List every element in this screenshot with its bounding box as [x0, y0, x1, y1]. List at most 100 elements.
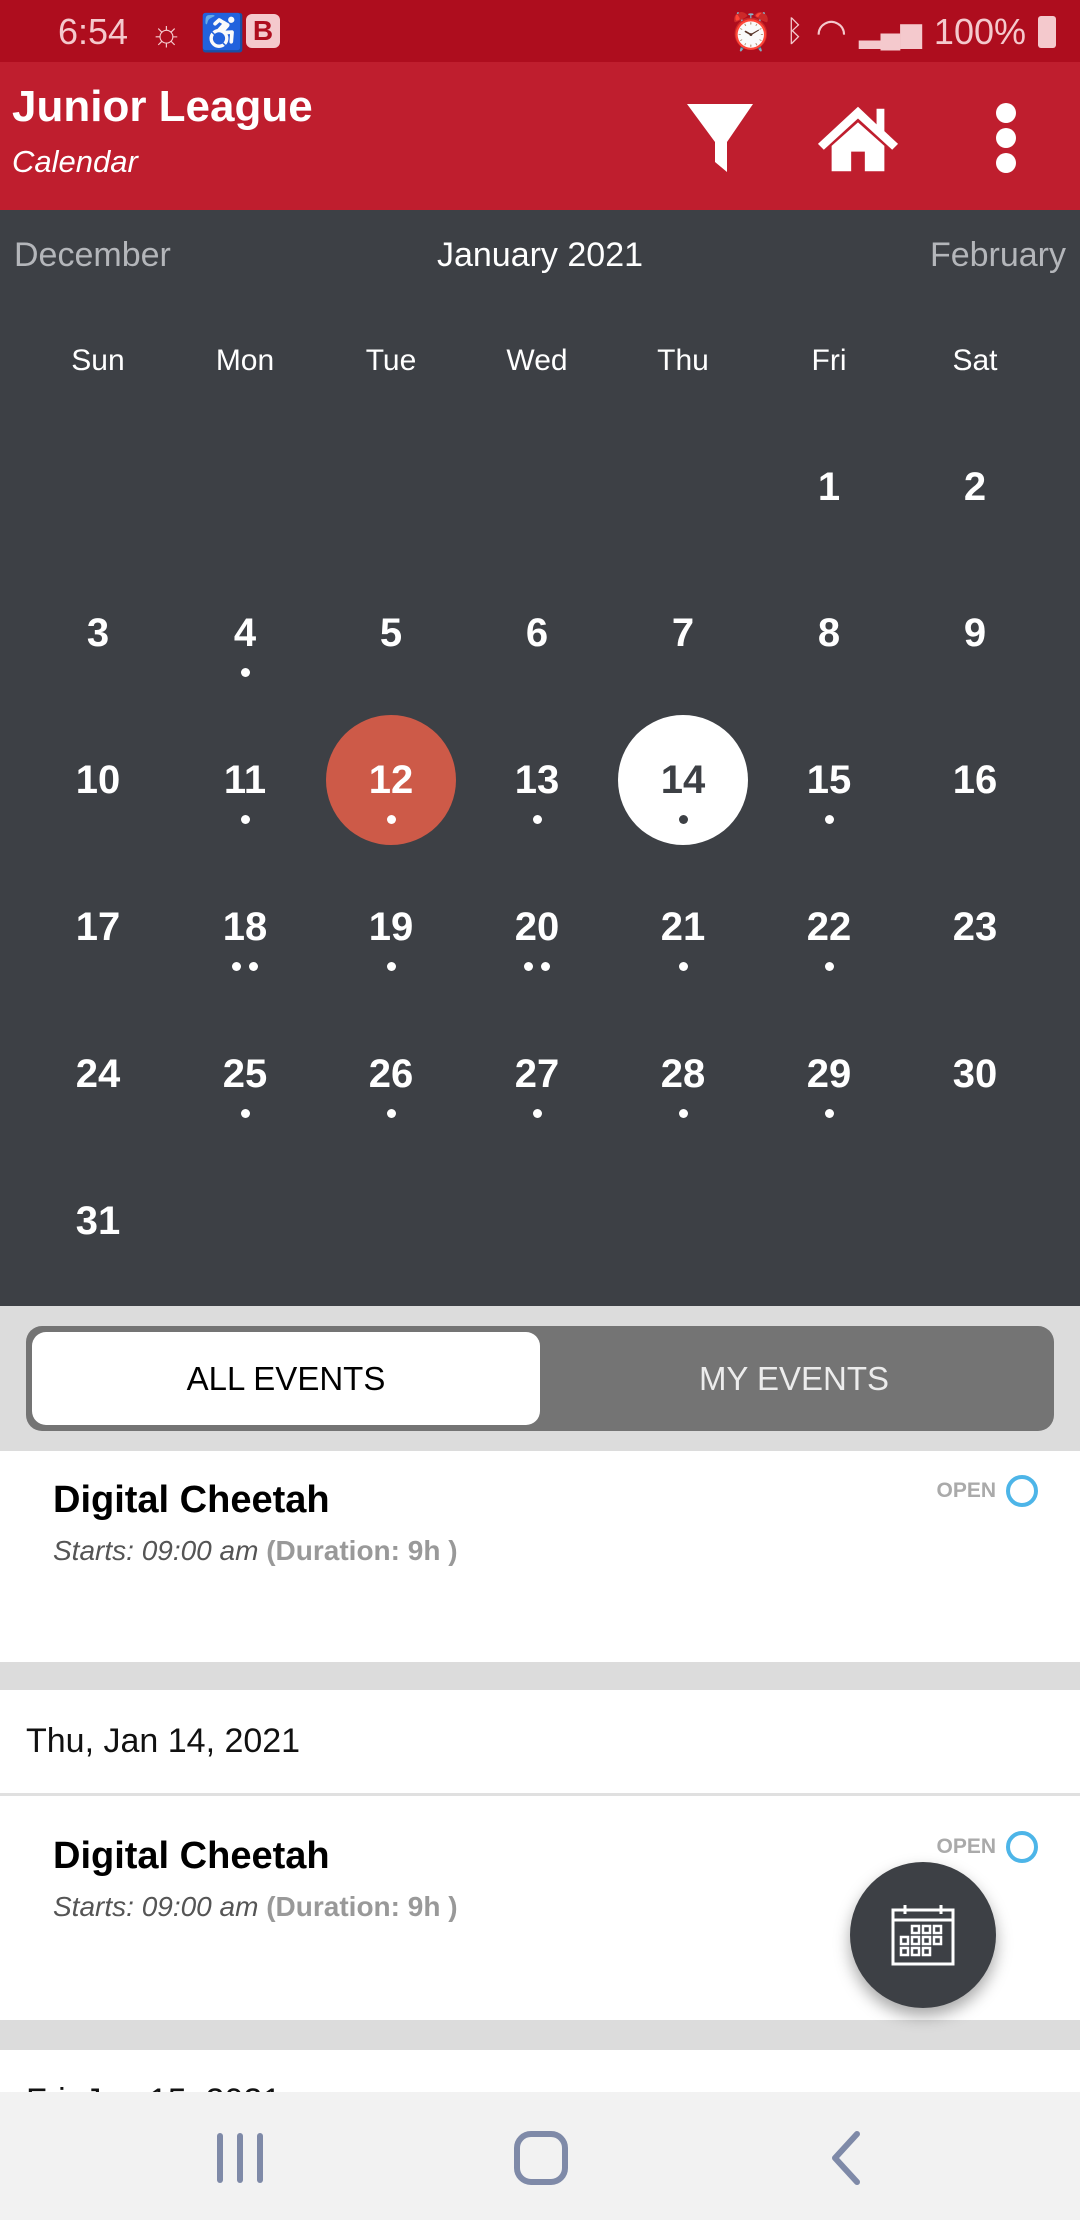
- calendar-day-22[interactable]: 22: [756, 854, 902, 1000]
- bluetooth-icon: ᛒ: [785, 15, 804, 48]
- calendar-day-20[interactable]: 20: [464, 854, 610, 1000]
- calendar-day-4[interactable]: 4: [172, 560, 318, 706]
- calendar-day-12[interactable]: 12: [318, 707, 464, 853]
- day-number: 4: [233, 610, 257, 655]
- calendar-day-16[interactable]: 16: [902, 707, 1048, 853]
- event-dots: [610, 1109, 756, 1118]
- calendar-day-27[interactable]: 27: [464, 1001, 610, 1147]
- event-card[interactable]: Digital Cheetah Starts: 09:00 am (Durati…: [0, 1451, 1080, 1662]
- calendar-day-17[interactable]: 17: [25, 854, 171, 1000]
- alarm-icon: ⏰: [728, 11, 774, 52]
- day-number: 28: [660, 1051, 706, 1096]
- event-dots: [756, 1109, 902, 1118]
- event-dot: [678, 815, 688, 824]
- weekday-fri: Fri: [811, 344, 847, 377]
- event-dots: [172, 962, 318, 971]
- home-nav-icon[interactable]: [511, 2128, 571, 2188]
- next-month-button[interactable]: February: [930, 236, 1066, 275]
- day-number: 22: [806, 904, 852, 949]
- day-number: 15: [806, 757, 852, 802]
- day-number: 27: [514, 1051, 560, 1096]
- calendar-icon: [891, 1905, 955, 1966]
- calendar-day-15[interactable]: 15: [756, 707, 902, 853]
- tab-all-events[interactable]: ALL EVENTS: [32, 1332, 540, 1425]
- date-header-text: Thu, Jan 14, 2021: [26, 1722, 301, 1760]
- divider: [0, 1662, 1080, 1690]
- event-dots: [610, 815, 756, 824]
- day-number: 13: [514, 757, 560, 802]
- event-dot: [824, 962, 834, 971]
- date-header-text: Fri, Jan 15, 2021: [26, 2082, 281, 2092]
- system-nav-bar: [0, 2092, 1080, 2220]
- calendar-day-29[interactable]: 29: [756, 1001, 902, 1147]
- weekday-wed: Wed: [506, 344, 568, 377]
- calendar-day-14[interactable]: 14: [610, 707, 756, 853]
- calendar-day-8[interactable]: 8: [756, 560, 902, 706]
- calendar-day-6[interactable]: 6: [464, 560, 610, 706]
- day-number: 11: [223, 757, 267, 802]
- calendar-day-9[interactable]: 9: [902, 560, 1048, 706]
- calendar-day-11[interactable]: 11: [172, 707, 318, 853]
- back-icon[interactable]: [815, 2128, 875, 2188]
- event-dot: [240, 815, 250, 824]
- filter-icon[interactable]: [678, 96, 762, 180]
- recent-apps-icon[interactable]: [210, 2128, 270, 2188]
- calendar-day-21[interactable]: 21: [610, 854, 756, 1000]
- day-number: 8: [817, 610, 841, 655]
- event-dots: [610, 962, 756, 971]
- day-number: 21: [660, 904, 706, 949]
- status-ring-icon: [1006, 1831, 1038, 1863]
- event-dot: [824, 1109, 834, 1118]
- calendar-day-7[interactable]: 7: [610, 560, 756, 706]
- day-number: 9: [963, 610, 987, 655]
- event-dot: [678, 962, 688, 971]
- day-number: 26: [368, 1051, 414, 1096]
- calendar-day-18[interactable]: 18: [172, 854, 318, 1000]
- day-number: 24: [75, 1051, 121, 1096]
- day-number: 5: [379, 610, 403, 655]
- event-dots: [318, 815, 464, 824]
- calendar-day-5[interactable]: 5: [318, 560, 464, 706]
- calendar-day-30[interactable]: 30: [902, 1001, 1048, 1147]
- segmented-control: ALL EVENTS MY EVENTS: [26, 1326, 1054, 1431]
- event-dots: [464, 815, 610, 824]
- calendar-day-19[interactable]: 19: [318, 854, 464, 1000]
- calendar: December January 2021 February Sun Mon Tue…: [0, 210, 1080, 1306]
- day-number: 10: [75, 757, 121, 802]
- event-filter-tabs: ALL EVENTS MY EVENTS: [0, 1306, 1080, 1451]
- app-bar: Junior League Calendar: [0, 62, 1080, 210]
- notification-badge: B: [246, 14, 280, 48]
- current-month: January 2021: [436, 236, 644, 274]
- event-time: Starts: 09:00 am (Duration: 9h ): [53, 1535, 458, 1566]
- calendar-day-3[interactable]: 3: [25, 560, 171, 706]
- day-number: 16: [952, 757, 998, 802]
- calendar-day-31[interactable]: 31: [25, 1148, 171, 1294]
- event-dot: [240, 668, 250, 677]
- event-dots: [172, 815, 318, 824]
- event-dots: [756, 962, 902, 971]
- battery-level: 100%: [933, 11, 1026, 52]
- more-vert-icon[interactable]: [964, 96, 1048, 180]
- event-dot: [532, 1109, 542, 1118]
- calendar-day-25[interactable]: 25: [172, 1001, 318, 1147]
- event-dot: [386, 815, 396, 824]
- calendar-day-1[interactable]: 1: [756, 414, 902, 560]
- tab-my-events[interactable]: MY EVENTS: [540, 1332, 1048, 1425]
- day-number: 12: [368, 757, 414, 802]
- calendar-day-10[interactable]: 10: [25, 707, 171, 853]
- calendar-fab-button[interactable]: [850, 1862, 996, 2008]
- day-number: 30: [952, 1051, 998, 1096]
- day-number: 31: [75, 1198, 121, 1243]
- app-subtitle: Calendar: [12, 144, 138, 179]
- calendar-day-24[interactable]: 24: [25, 1001, 171, 1147]
- event-dot: [541, 962, 550, 971]
- day-number: 14: [660, 757, 706, 802]
- calendar-day-23[interactable]: 23: [902, 854, 1048, 1000]
- calendar-day-28[interactable]: 28: [610, 1001, 756, 1147]
- event-duration: (Duration: 9h ): [266, 1891, 458, 1922]
- day-number: 23: [952, 904, 998, 949]
- calendar-day-26[interactable]: 26: [318, 1001, 464, 1147]
- calendar-day-2[interactable]: 2: [902, 414, 1048, 560]
- calendar-day-13[interactable]: 13: [464, 707, 610, 853]
- home-icon[interactable]: [816, 96, 900, 180]
